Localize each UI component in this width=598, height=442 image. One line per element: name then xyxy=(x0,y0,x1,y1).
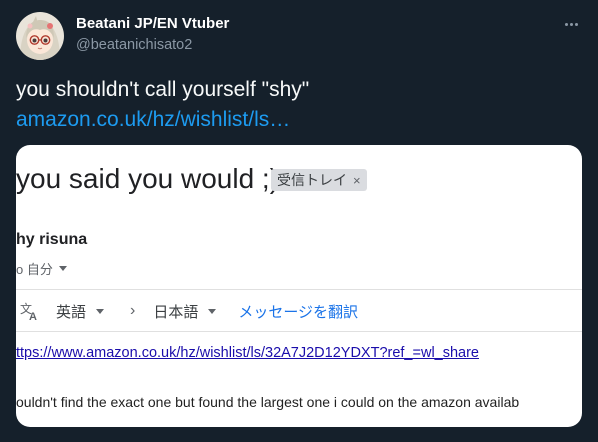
chevron-down-icon xyxy=(208,308,217,314)
email-body-text: ouldn't find the exact one but found the… xyxy=(16,394,520,410)
email-recipient: o 自分 xyxy=(16,259,67,278)
inbox-label-chip: 受信トレイ × xyxy=(271,169,367,191)
svg-text:A: A xyxy=(29,311,37,321)
user-handle[interactable]: @beatanichisato2 xyxy=(76,37,192,53)
translate-icon: 文 A xyxy=(20,301,37,321)
recipient-text: o 自分 xyxy=(16,262,53,277)
attached-screenshot[interactable]: you said you would ;) 受信トレイ × hy risuna … xyxy=(16,145,582,427)
email-wishlist-link: ttps://www.amazon.co.uk/hz/wishlist/ls/3… xyxy=(16,345,479,361)
translate-message-link: メッセージを翻訳 xyxy=(238,303,359,321)
avatar[interactable] xyxy=(16,12,64,60)
source-language-select: 英語 xyxy=(56,301,105,322)
more-horizontal-icon[interactable] xyxy=(558,14,584,34)
tweet-text: you shouldn't call yourself "shy" xyxy=(16,78,310,101)
divider xyxy=(16,289,582,290)
inbox-label-text: 受信トレイ xyxy=(277,172,347,188)
target-language-label: 日本語 xyxy=(153,303,199,321)
translate-bar: 文 A 英語 › 日本語 メッセージを翻訳 xyxy=(20,301,358,321)
chevron-right-icon: › xyxy=(130,302,136,319)
divider xyxy=(16,331,582,332)
display-name[interactable]: Beatani JP/EN Vtuber xyxy=(76,15,229,32)
chevron-down-icon xyxy=(58,266,67,271)
avatar-anime-girl-glasses-icon xyxy=(16,12,64,60)
target-language-select: 日本語 xyxy=(153,301,217,322)
email-sender: hy risuna xyxy=(16,231,88,248)
chevron-down-icon xyxy=(96,308,105,314)
email-subject: you said you would ;) xyxy=(16,163,280,194)
source-language-label: 英語 xyxy=(56,303,87,321)
close-icon: × xyxy=(353,172,361,188)
tweet: Beatani JP/EN Vtuber @beatanichisato2 yo… xyxy=(0,0,598,442)
tweet-link[interactable]: amazon.co.uk/hz/wishlist/ls… xyxy=(16,106,290,134)
